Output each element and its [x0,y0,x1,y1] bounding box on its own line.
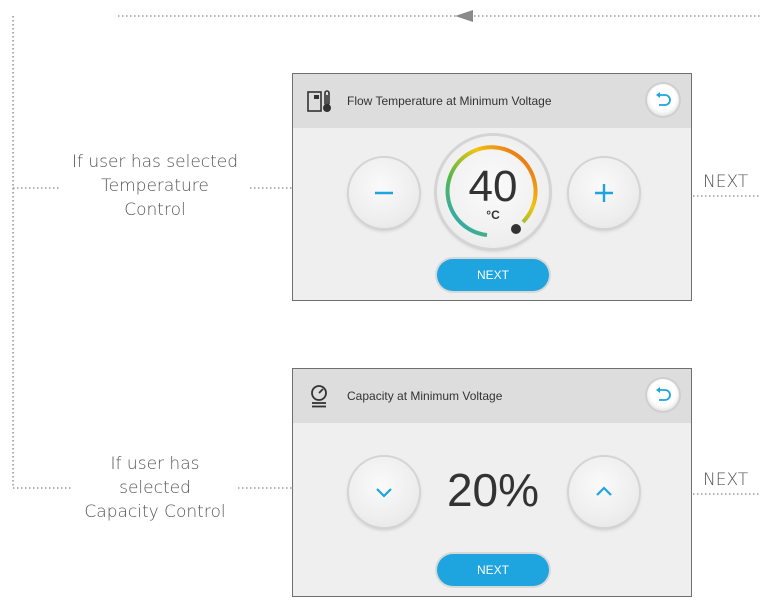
flow-arrowhead-icon [455,10,473,22]
minus-icon [375,191,393,195]
temperature-value: 40 [468,162,518,211]
temperature-condition-label: If user has selected Temperature Control [71,152,239,220]
decrease-button[interactable] [349,158,419,228]
plus-icon [595,184,613,202]
back-button[interactable] [647,379,679,411]
temperature-unit: °C [486,208,500,222]
back-button[interactable] [647,84,679,116]
capacity-condition-label: If user has selected Capacity Control [84,454,226,522]
chevron-up-icon [596,486,612,496]
gauge-indicator [511,224,521,234]
back-arrow-icon [656,92,671,106]
screen-title: Flow Temperature at Minimum Voltage [347,94,552,108]
back-arrow-icon [656,387,671,401]
increase-button[interactable] [569,457,639,527]
temperature-screen: Flow Temperature at Minimum Voltage 40 °… [292,73,692,301]
next-button[interactable]: NEXT [437,259,549,291]
next-flow-label-top: NEXT [703,172,749,192]
chevron-down-icon [376,488,392,498]
temperature-gauge: 40 °C [437,136,549,248]
next-button[interactable]: NEXT [437,554,549,586]
screen-header: Flow Temperature at Minimum Voltage [293,74,691,128]
increase-button[interactable] [569,158,639,228]
decrease-button[interactable] [349,457,419,527]
screen-title: Capacity at Minimum Voltage [347,389,503,403]
capacity-gauge-icon [307,384,331,408]
thermostat-unit-icon [307,89,331,113]
capacity-value: 20% [446,464,540,516]
next-flow-label-bottom: NEXT [703,470,749,490]
screen-header: Capacity at Minimum Voltage [293,369,691,423]
capacity-screen: Capacity at Minimum Voltage 20% NEXT [292,368,692,597]
